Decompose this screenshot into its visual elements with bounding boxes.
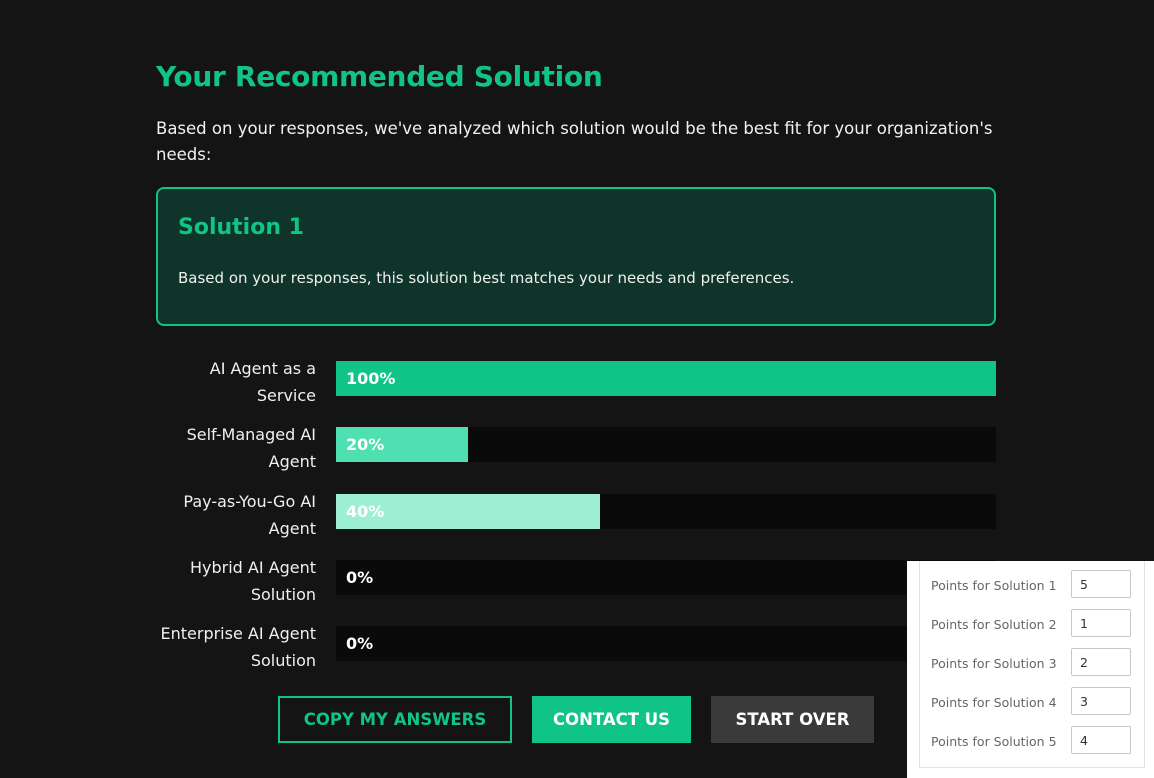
- points-label: Points for Solution 4: [931, 695, 1057, 710]
- score-value: 0%: [346, 634, 374, 653]
- start-over-button[interactable]: START OVER: [711, 696, 874, 743]
- score-value: 100%: [346, 369, 396, 388]
- score-label: Hybrid AI Agent Solution: [189, 558, 316, 604]
- points-label: Points for Solution 3: [931, 656, 1057, 671]
- score-label: AI Agent as a Service: [209, 359, 316, 405]
- score-track: 0%: [336, 626, 996, 661]
- points-row: Points for Solution 3 2: [920, 648, 1144, 680]
- score-label: Pay-as-You-Go AI Agent: [183, 492, 316, 538]
- points-panel: Points for Solution 1 5 Points for Solut…: [907, 561, 1154, 778]
- recommended-solution-card: Solution 1 Based on your responses, this…: [156, 187, 996, 326]
- points-input-solution-1[interactable]: 5: [1071, 570, 1131, 598]
- score-value: 0%: [346, 568, 374, 587]
- points-row: Points for Solution 4 3: [920, 687, 1144, 719]
- solution-description: Based on your responses, this solution b…: [178, 269, 795, 287]
- points-panel-frame: Points for Solution 1 5 Points for Solut…: [919, 561, 1145, 768]
- contact-us-button[interactable]: CONTACT US: [532, 696, 691, 743]
- score-row: AI Agent as a Service 100%: [156, 355, 996, 409]
- score-row: Pay-as-You-Go AI Agent 40%: [156, 488, 996, 542]
- score-track: 0%: [336, 560, 996, 595]
- score-track: 40%: [336, 494, 996, 529]
- score-value: 20%: [346, 435, 385, 454]
- score-track: 20%: [336, 427, 996, 462]
- intro-text: Based on your responses, we've analyzed …: [156, 119, 993, 164]
- points-input-solution-3[interactable]: 2: [1071, 648, 1131, 676]
- points-row: Points for Solution 2 1: [920, 609, 1144, 641]
- points-label: Points for Solution 2: [931, 617, 1057, 632]
- points-input-solution-2[interactable]: 1: [1071, 609, 1131, 637]
- score-value: 40%: [346, 502, 385, 521]
- solution-title: Solution 1: [178, 215, 304, 240]
- score-fill: [336, 361, 996, 396]
- points-label: Points for Solution 1: [931, 578, 1057, 593]
- points-row: Points for Solution 5 4: [920, 726, 1144, 758]
- score-track: 100%: [336, 361, 996, 396]
- points-input-solution-5[interactable]: 4: [1071, 726, 1131, 754]
- score-row: Self-Managed AI Agent 20%: [156, 421, 996, 475]
- score-row: Hybrid AI Agent Solution 0%: [156, 554, 996, 608]
- copy-answers-button[interactable]: COPY MY ANSWERS: [278, 696, 512, 743]
- score-row: Enterprise AI Agent Solution 0%: [156, 620, 996, 674]
- score-label: Self-Managed AI Agent: [186, 425, 316, 471]
- page-title: Your Recommended Solution: [156, 60, 603, 93]
- points-row: Points for Solution 1 5: [920, 570, 1144, 602]
- points-input-solution-4[interactable]: 3: [1071, 687, 1131, 715]
- score-label: Enterprise AI Agent Solution: [160, 624, 317, 670]
- points-label: Points for Solution 5: [931, 734, 1057, 749]
